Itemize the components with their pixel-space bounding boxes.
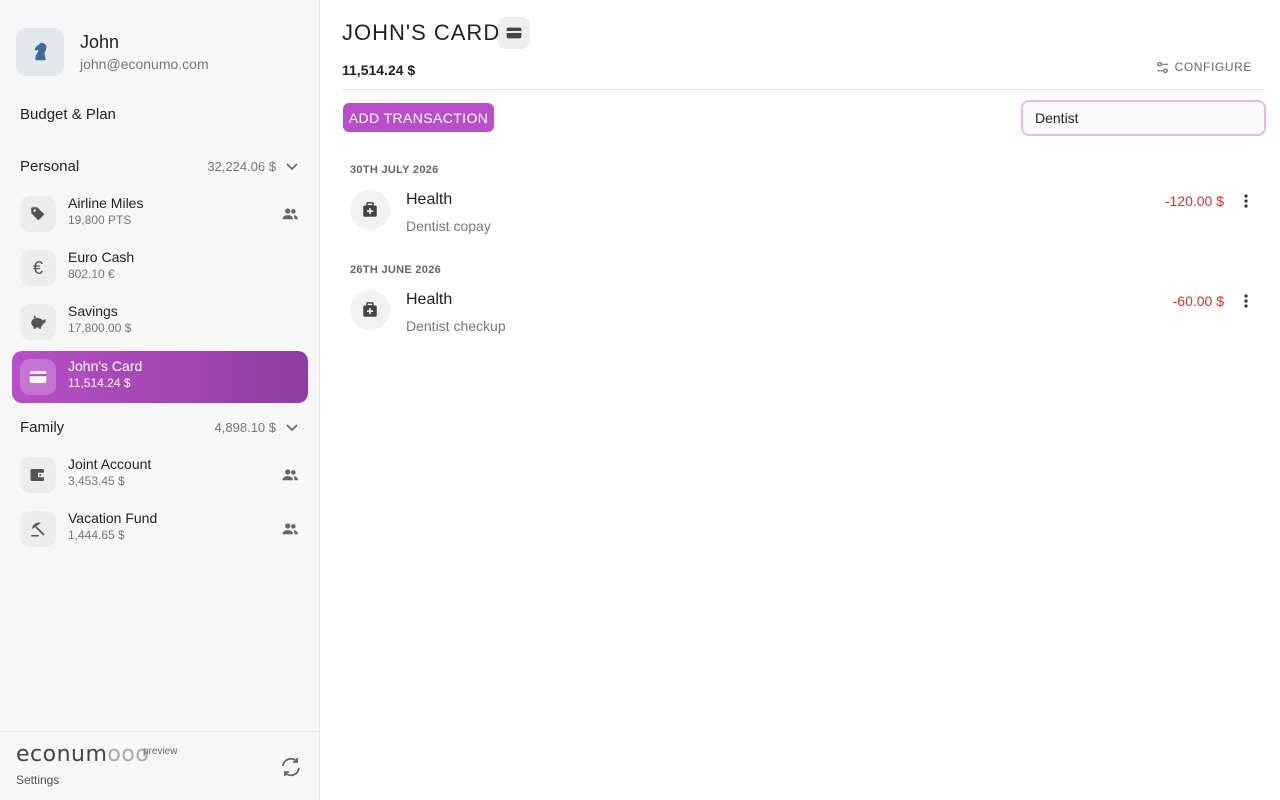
sidebar: John john@econumo.com Budget & Plan Pers… — [0, 0, 320, 800]
account-balance: 3,453.45 $ — [68, 474, 125, 488]
transaction-row[interactable]: Health Dentist copay -120.00 $ — [342, 190, 1264, 250]
transaction-description: Dentist checkup — [406, 318, 506, 334]
beach-umbrella-icon — [20, 511, 56, 547]
account-name: Savings — [68, 303, 118, 319]
account-name: John's Card — [68, 358, 143, 374]
medical-kit-icon — [350, 290, 390, 330]
folder-total: 4,898.10 $ — [214, 420, 276, 435]
avatar — [16, 28, 64, 76]
folder-name: Personal — [20, 158, 80, 175]
account-balance: 802.10 € — [68, 267, 115, 281]
medical-kit-icon — [350, 190, 390, 230]
folder-total: 32,224.06 $ — [207, 159, 276, 174]
transaction-description: Dentist copay — [406, 218, 491, 234]
page-title: JOHN'S CARD — [342, 20, 501, 45]
user-email: john@econumo.com — [80, 56, 209, 72]
configure-label: CONFIGURE — [1174, 60, 1252, 74]
account-balance: 19,800 PTS — [68, 213, 132, 227]
sidebar-footer: econumooo preview Settings — [0, 731, 320, 800]
chevron-down-icon[interactable] — [284, 158, 300, 176]
account-balance: 1,444.65 $ — [68, 528, 125, 542]
credit-card-icon — [20, 359, 56, 395]
account-airline-miles[interactable]: Airline Miles 19,800 PTS — [12, 188, 308, 240]
divider — [342, 89, 1264, 90]
folder-name: Family — [20, 419, 65, 436]
folder-personal[interactable]: Personal 32,224.06 $ — [20, 158, 302, 178]
tag-icon — [20, 196, 56, 232]
account-balance: 17,800.00 $ — [68, 321, 132, 335]
user-profile[interactable]: John john@econumo.com — [16, 28, 306, 78]
transaction-amount: -120.00 $ — [1164, 193, 1224, 209]
transaction-row[interactable]: Health Dentist checkup -60.00 $ — [342, 290, 1264, 350]
main-content: JOHN'S CARD 11,514.24 $ CONFIGURE ADD TR… — [321, 0, 1280, 800]
folder-family[interactable]: Family 4,898.10 $ — [20, 419, 302, 439]
configure-button[interactable]: CONFIGURE — [1156, 59, 1252, 75]
piggy-bank-icon — [20, 304, 56, 340]
wallet-icon — [20, 457, 56, 493]
account-name: Vacation Fund — [68, 510, 158, 526]
econumo-logo: econumooo — [16, 742, 149, 767]
account-joint-account[interactable]: Joint Account 3,453.45 $ — [12, 449, 308, 501]
shared-users-icon — [280, 204, 300, 224]
account-name: Euro Cash — [68, 249, 135, 265]
add-transaction-button[interactable]: ADD TRANSACTION — [343, 103, 494, 132]
preview-badge: preview — [143, 746, 178, 757]
account-balance: 11,514.24 $ — [68, 376, 131, 390]
account-johns-card[interactable]: John's Card 11,514.24 $ — [12, 351, 308, 403]
date-header: 30TH JULY 2026 — [350, 164, 439, 176]
sync-icon[interactable] — [276, 752, 306, 782]
transaction-category: Health — [406, 191, 453, 208]
sliders-icon — [1156, 61, 1168, 73]
account-balance-total: 11,514.24 $ — [342, 62, 416, 78]
chess-knight-icon — [34, 42, 47, 61]
transaction-amount: -60.00 $ — [1172, 293, 1224, 309]
settings-link[interactable]: Settings — [16, 773, 59, 787]
euro-icon: € — [20, 250, 56, 286]
shared-users-icon — [280, 465, 300, 485]
account-vacation-fund[interactable]: Vacation Fund 1,444.65 $ — [12, 503, 308, 555]
search-input[interactable] — [1021, 100, 1266, 136]
shared-users-icon — [280, 519, 300, 539]
transaction-category: Health — [406, 291, 453, 308]
account-euro-cash[interactable]: € Euro Cash 802.10 € — [12, 242, 308, 294]
account-name: Airline Miles — [68, 195, 144, 211]
budget-plan-link[interactable]: Budget & Plan — [20, 106, 116, 123]
chevron-down-icon[interactable] — [284, 419, 300, 437]
account-name: Joint Account — [68, 456, 152, 472]
date-header: 26TH JUNE 2026 — [350, 264, 442, 276]
user-name: John — [80, 32, 120, 52]
credit-card-icon[interactable] — [498, 17, 530, 49]
account-savings[interactable]: Savings 17,800.00 $ — [12, 296, 308, 348]
logo-text: econum — [16, 742, 108, 767]
more-vert-icon[interactable] — [1236, 290, 1256, 312]
more-vert-icon[interactable] — [1236, 190, 1256, 212]
